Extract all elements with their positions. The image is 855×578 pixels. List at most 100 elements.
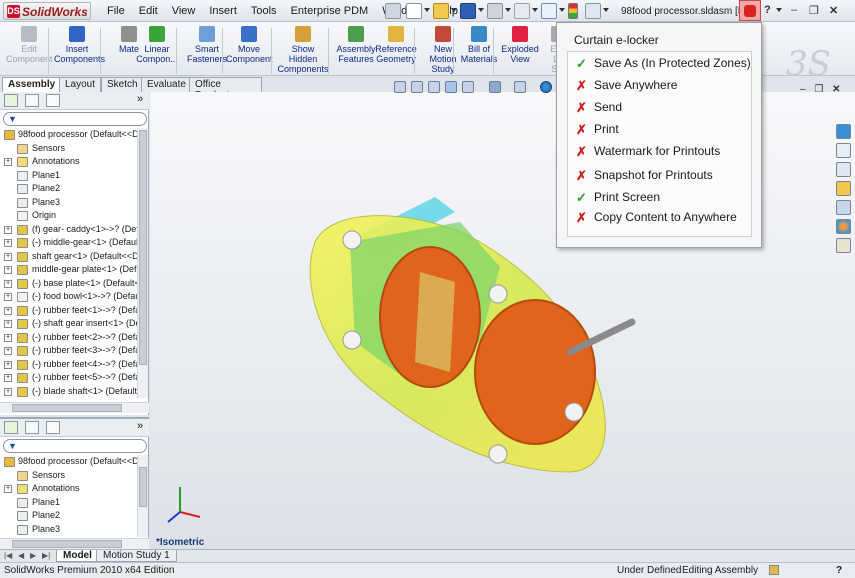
new-document-icon[interactable] (406, 3, 422, 19)
tab-office-products[interactable]: Office Products (189, 77, 262, 101)
shaft-gear-part[interactable] (474, 299, 596, 445)
tree-item[interactable]: 98food processor (Default<<De (0, 128, 138, 142)
curtain-locker-button[interactable] (739, 0, 761, 21)
middle-gear-plate-part[interactable] (415, 272, 455, 372)
section-view-icon[interactable] (445, 81, 457, 93)
tree-item[interactable]: Plane1 (0, 169, 138, 183)
tab-evaluate[interactable]: Evaluate (141, 77, 192, 92)
expand-icon[interactable]: + (4, 485, 12, 493)
tree-item[interactable]: + (f) gear- caddy<1>->? (Def (0, 223, 138, 237)
tree-item[interactable]: Sensors (0, 469, 138, 483)
tree-item[interactable]: 98food processor (Default<<De (0, 455, 138, 469)
design-library-icon[interactable] (836, 162, 851, 177)
menu-insert[interactable]: Insert (202, 5, 244, 17)
home-icon[interactable] (836, 143, 851, 158)
feature-tree-icon[interactable] (4, 94, 18, 107)
rubber-foot-part[interactable] (488, 444, 508, 464)
chevron-down-icon[interactable] (424, 8, 430, 12)
tree-item[interactable]: Plane3 (0, 196, 138, 210)
expand-icon[interactable]: + (4, 239, 12, 247)
scrollbar-thumb[interactable] (139, 467, 147, 507)
print-icon[interactable] (487, 3, 503, 19)
tab-model[interactable]: Model (56, 550, 99, 562)
scroll-next-icon[interactable]: ▶ (30, 551, 36, 560)
bom-button[interactable]: Bill of Materials (456, 26, 502, 64)
expand-icon[interactable]: + (4, 387, 12, 396)
display-style-icon[interactable] (489, 81, 501, 93)
scroll-last-icon[interactable]: ▶| (42, 551, 50, 560)
tree-item[interactable]: Plane3 (0, 523, 138, 537)
expand-icon[interactable]: + (4, 360, 12, 369)
menu-enterprise-pdm[interactable]: Enterprise PDM (284, 5, 376, 17)
expand-panel-icon[interactable]: » (137, 420, 143, 432)
expand-icon[interactable]: + (4, 279, 12, 288)
rubber-foot-part[interactable] (488, 284, 508, 304)
zoom-to-area-icon[interactable] (411, 81, 423, 93)
help-button[interactable]: ? (836, 563, 842, 578)
linear-pattern-button[interactable]: Linear Compon... (134, 26, 180, 64)
tree-item[interactable]: Plane2 (0, 509, 138, 523)
tree-filter-input[interactable]: ▼ (3, 112, 147, 126)
tree-item[interactable]: Plane2 (0, 182, 138, 196)
chevron-down-icon[interactable] (451, 8, 457, 12)
tree-item[interactable]: + (-) rubber feet<3>->? (Defa (0, 344, 138, 358)
tree-vertical-scrollbar[interactable] (137, 455, 148, 537)
tree-vertical-scrollbar[interactable] (137, 128, 148, 398)
undo-icon[interactable] (514, 3, 530, 19)
tree-item[interactable]: + (-) rubber feet<2>->? (Defa (0, 331, 138, 345)
file-explorer-icon[interactable] (836, 181, 851, 196)
tree-item[interactable]: + (-) shaft gear insert<1> (De (0, 317, 138, 331)
tree-item[interactable]: + (-) middle-gear<1> (Default (0, 236, 138, 250)
menu-file[interactable]: File (100, 5, 132, 17)
scroll-prev-icon[interactable]: ◀ (18, 551, 24, 560)
save-icon[interactable] (460, 3, 476, 19)
move-component-button[interactable]: Move Component (226, 26, 273, 64)
select-pointer-icon[interactable] (541, 3, 557, 19)
tab-sketch[interactable]: Sketch (101, 77, 144, 92)
options-icon[interactable] (585, 3, 601, 19)
tree-item[interactable]: + middle-gear plate<1> (Defa (0, 263, 138, 277)
scrollbar-thumb[interactable] (12, 540, 122, 548)
tree-item[interactable]: + (-) rubber feet<5>->? (Defa (0, 371, 138, 385)
expand-panel-icon[interactable]: » (137, 93, 143, 105)
tree-item[interactable]: Sensors (0, 142, 138, 156)
view-palette-icon[interactable] (836, 200, 851, 215)
show-hidden-button[interactable]: Show Hidden Components (277, 26, 329, 74)
expand-icon[interactable]: + (4, 320, 12, 328)
tab-layout[interactable]: Layout (59, 77, 102, 92)
chevron-down-icon[interactable] (532, 8, 538, 12)
chevron-down-icon[interactable] (776, 8, 782, 12)
tab-assembly[interactable]: Assembly (2, 77, 62, 92)
solidworks-resources-icon[interactable] (836, 124, 851, 139)
minimize-button[interactable]: – (800, 84, 806, 95)
expand-icon[interactable]: + (4, 374, 12, 382)
configuration-manager-icon[interactable] (46, 94, 60, 107)
insert-components-button[interactable]: Insert Components (54, 26, 105, 64)
menu-edit[interactable]: Edit (132, 5, 165, 17)
rebuild-icon[interactable] (568, 3, 578, 19)
tree-item[interactable]: + (-) blade shaft<1> (Default< (0, 385, 138, 399)
tree-item[interactable]: + (-) food bowl<1>->? (Defau (0, 290, 138, 304)
tree-item[interactable]: + shaft gear<1> (Default<<D (0, 250, 138, 264)
tree-item[interactable]: + Annotations (0, 155, 138, 169)
edit-component-button[interactable]: Edit Component (6, 26, 53, 64)
chevron-down-icon[interactable] (559, 8, 565, 12)
feature-tree-icon[interactable] (4, 421, 18, 434)
close-button[interactable]: ✕ (832, 84, 840, 95)
property-manager-icon[interactable] (25, 94, 39, 107)
open-folder-icon[interactable] (433, 3, 449, 19)
property-manager-icon[interactable] (25, 421, 39, 434)
chevron-down-icon[interactable] (505, 8, 511, 12)
rubber-foot-part[interactable] (564, 402, 584, 422)
chevron-down-icon[interactable] (603, 8, 609, 12)
tree-horizontal-scrollbar[interactable] (0, 402, 149, 413)
solidworks-logo[interactable]: DS SolidWorks (3, 2, 91, 20)
expand-icon[interactable]: + (4, 252, 12, 261)
scrollbar-thumb[interactable] (139, 130, 147, 365)
tree-item[interactable]: + (-) rubber feet<4>->? (Defa (0, 358, 138, 372)
expand-icon[interactable]: + (4, 225, 12, 234)
tree-item[interactable]: + (-) base plate<1> (Default< (0, 277, 138, 291)
expand-icon[interactable]: + (4, 293, 12, 301)
hide-show-items-icon[interactable] (514, 81, 526, 93)
rebuild-status-icon[interactable] (769, 565, 779, 575)
